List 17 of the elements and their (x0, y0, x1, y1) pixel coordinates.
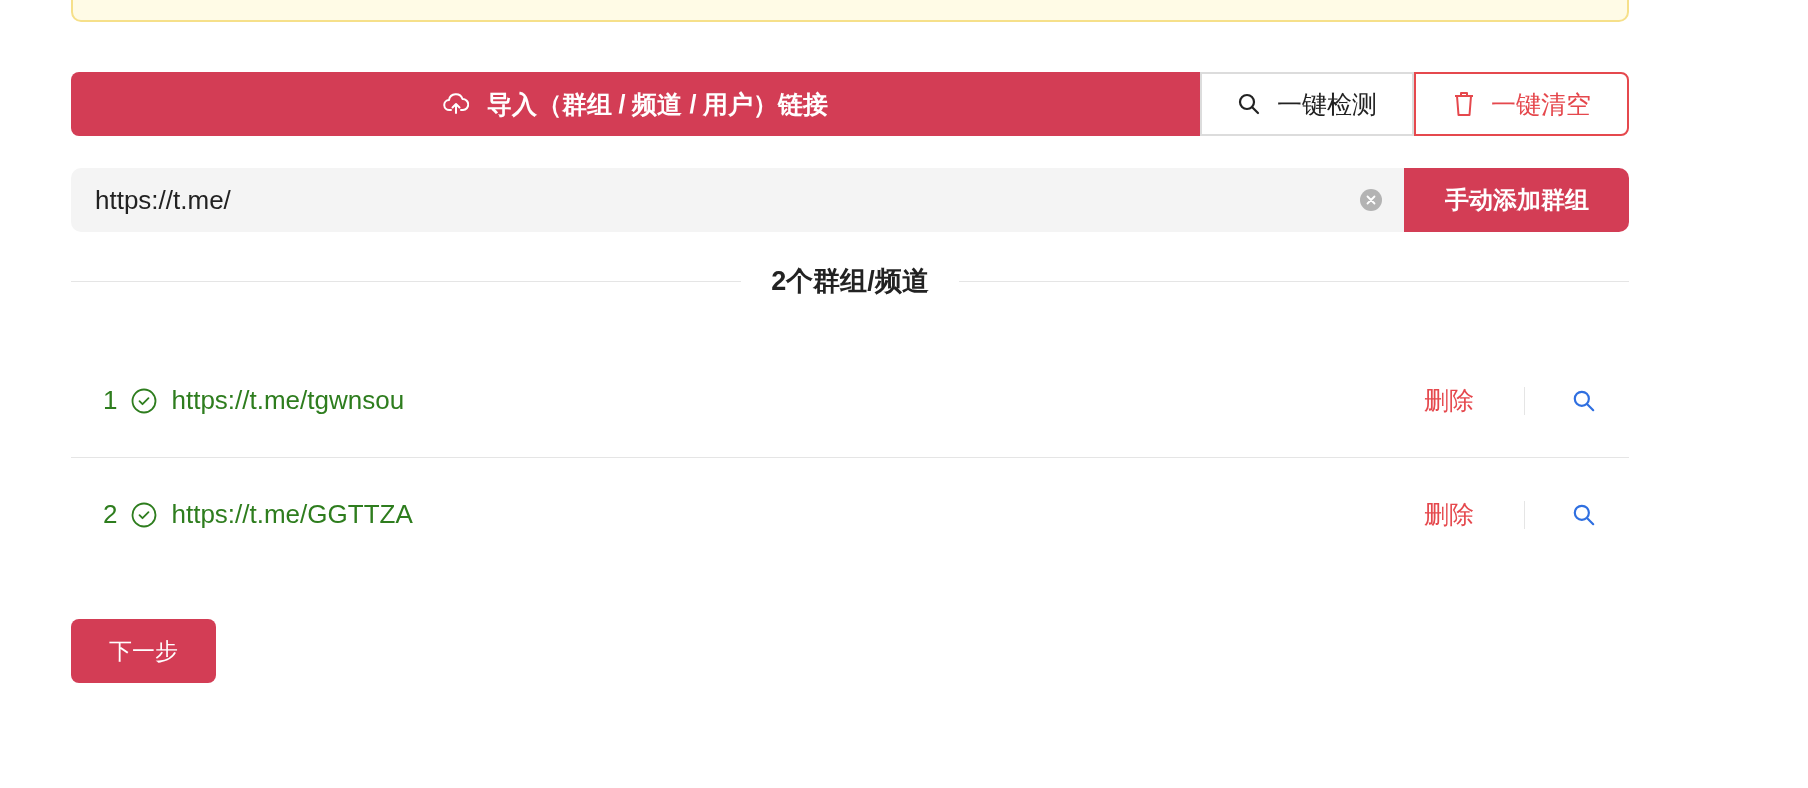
group-link[interactable]: https://t.me/GGTTZA (171, 499, 413, 530)
detect-button[interactable]: 一键检测 (1200, 72, 1414, 136)
next-step-button[interactable]: 下一步 (71, 619, 216, 683)
delete-link[interactable]: 删除 (1424, 384, 1474, 417)
group-link[interactable]: https://t.me/tgwnsou (171, 385, 405, 416)
link-input-field[interactable]: https://t.me/ (71, 168, 1404, 232)
import-button[interactable]: 导入（群组 / 频道 / 用户）链接 (71, 72, 1200, 136)
search-icon (1237, 92, 1261, 116)
upload-cloud-icon (442, 93, 469, 115)
clear-input-icon[interactable] (1360, 189, 1382, 211)
clear-button[interactable]: 一键清空 (1414, 72, 1629, 136)
delete-link[interactable]: 删除 (1424, 498, 1474, 531)
row-index: 2 (103, 499, 118, 530)
list-title: 2个群组/频道 (771, 265, 929, 298)
trash-icon (1452, 91, 1475, 117)
row-index: 1 (103, 385, 118, 416)
add-group-button[interactable]: 手动添加群组 (1404, 168, 1629, 232)
